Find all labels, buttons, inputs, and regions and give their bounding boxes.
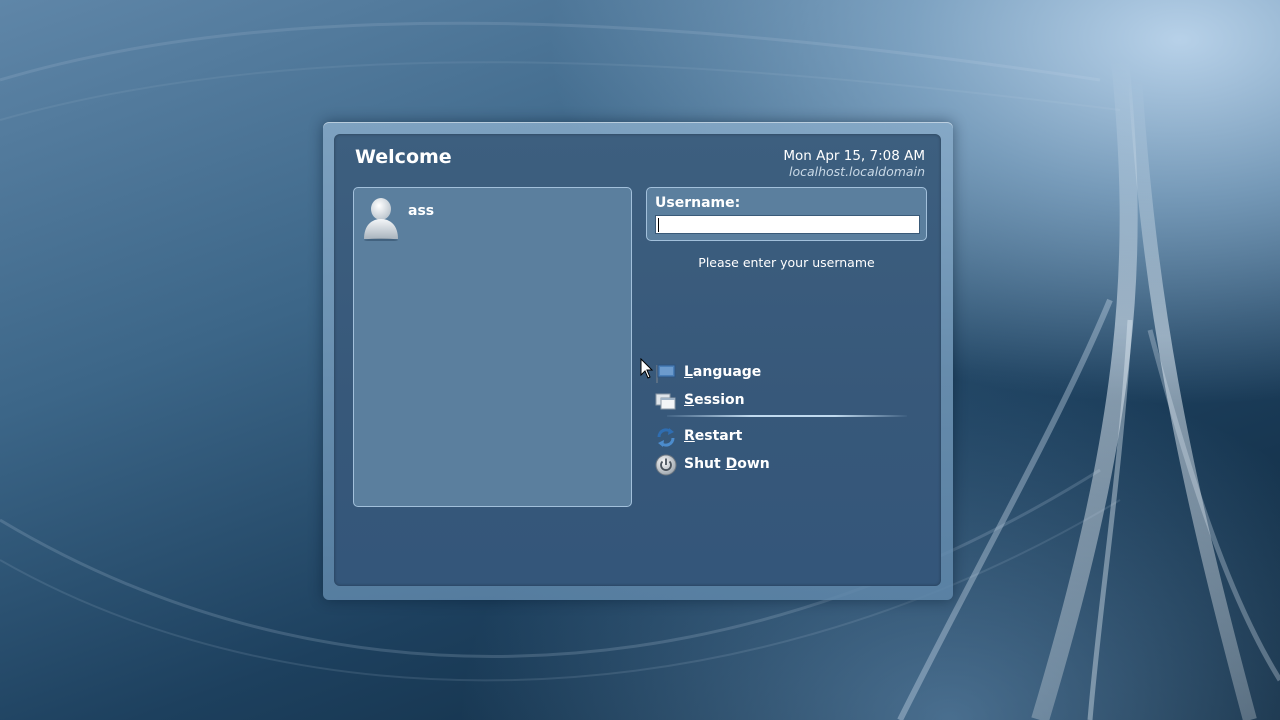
- login-prompt-message: Please enter your username: [698, 255, 875, 270]
- clock-area: Mon Apr 15, 7:08 AM localhost.localdomai…: [783, 148, 925, 180]
- user-name: ass: [408, 203, 435, 219]
- username-input[interactable]: [655, 215, 920, 234]
- shutdown-mnemonic: D: [725, 456, 738, 472]
- text-caret: [658, 218, 659, 232]
- restart-button[interactable]: Restart: [655, 424, 855, 448]
- language-flag-icon: [656, 364, 676, 383]
- language-label-rest: anguage: [692, 364, 762, 380]
- session-label: Session: [684, 392, 745, 408]
- session-mnemonic: S: [684, 392, 695, 408]
- user-list-item[interactable]: ass: [354, 188, 631, 244]
- language-button[interactable]: Language: [655, 360, 855, 384]
- session-label-rest: ession: [694, 392, 745, 408]
- user-avatar-icon: [364, 198, 398, 241]
- shutdown-button[interactable]: Shut Down: [655, 452, 855, 476]
- language-label: Language: [684, 364, 761, 380]
- language-mnemonic: L: [684, 364, 693, 380]
- restart-label-rest: estart: [694, 428, 743, 444]
- restart-icon: [657, 428, 675, 447]
- restart-mnemonic: R: [684, 428, 695, 444]
- shutdown-label-rest: own: [737, 456, 770, 472]
- restart-label: Restart: [684, 428, 742, 444]
- session-icon: [655, 393, 676, 410]
- login-window: Welcome Mon Apr 15, 7:08 AM localhost.lo…: [323, 122, 953, 600]
- power-icon: [655, 454, 677, 476]
- desktop-background: Welcome Mon Apr 15, 7:08 AM localhost.lo…: [0, 0, 1280, 720]
- user-list: ass: [353, 187, 632, 507]
- shutdown-label-before: Shut: [684, 456, 726, 472]
- datetime-label: Mon Apr 15, 7:08 AM: [783, 148, 925, 164]
- username-label: Username:: [655, 195, 741, 211]
- mouse-pointer-icon: [640, 358, 654, 379]
- welcome-title: Welcome: [355, 146, 452, 168]
- hostname-label: localhost.localdomain: [788, 164, 925, 179]
- username-entry-box: Username:: [646, 187, 927, 241]
- shutdown-label: Shut Down: [684, 456, 770, 472]
- menu-separator: [667, 415, 907, 417]
- session-button[interactable]: Session: [655, 388, 855, 412]
- login-panel: Welcome Mon Apr 15, 7:08 AM localhost.lo…: [334, 134, 941, 586]
